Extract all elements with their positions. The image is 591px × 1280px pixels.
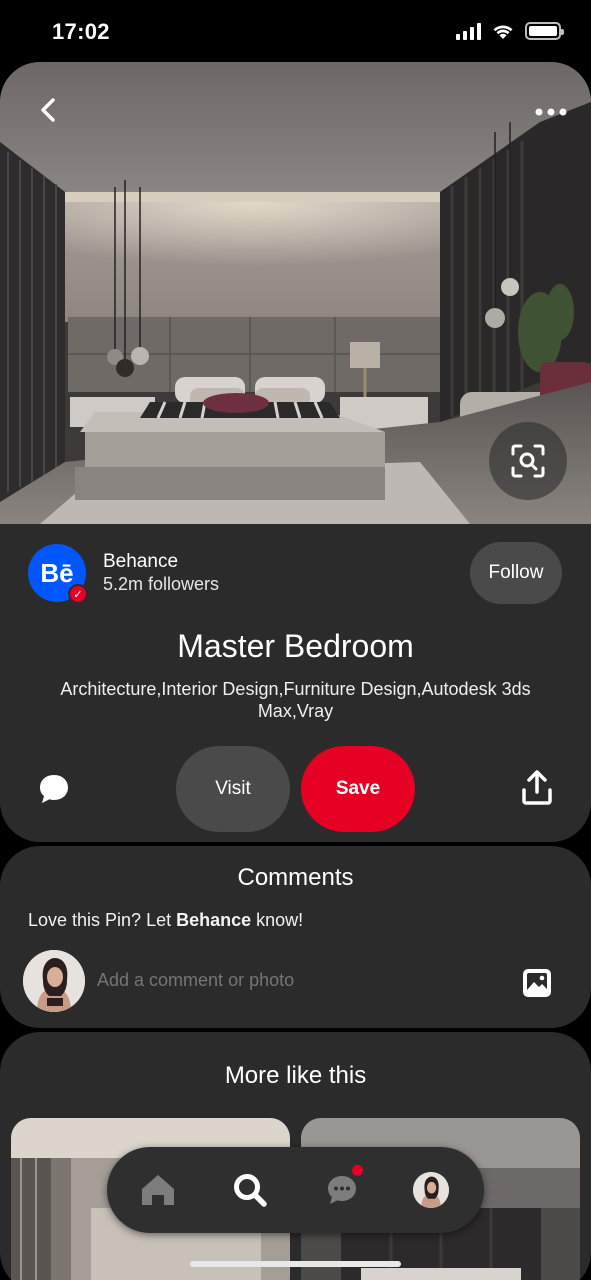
verified-badge-icon: ✓ <box>68 584 88 604</box>
status-time: 17:02 <box>52 19 110 44</box>
pin-actions: Visit Save <box>0 746 591 832</box>
comment-icon[interactable] <box>36 771 72 807</box>
profile-avatar <box>413 1172 449 1208</box>
back-button[interactable] <box>28 90 68 130</box>
more-options-button[interactable] <box>533 100 569 124</box>
nav-home[interactable] <box>139 1171 177 1209</box>
creator-name[interactable]: Behance <box>103 551 219 573</box>
visual-search-button[interactable] <box>489 422 567 500</box>
pin-description: Architecture,Interior Design,Furniture D… <box>60 679 531 721</box>
signal-icon <box>456 22 481 40</box>
messages-icon <box>328 1176 356 1204</box>
nav-messages[interactable] <box>323 1165 363 1209</box>
behance-logo-icon: Bē <box>40 557 74 588</box>
visit-button[interactable]: Visit <box>176 746 290 832</box>
comments-title: Comments <box>237 864 354 891</box>
status-icons <box>456 22 564 40</box>
nav-search[interactable] <box>231 1171 269 1209</box>
home-indicator <box>190 1261 401 1267</box>
pin-card: Bē ✓ Behance 5.2m followers Follow Maste… <box>0 62 591 842</box>
add-photo-icon[interactable] <box>522 968 552 998</box>
comments-prompt-creator: Behance <box>176 910 252 930</box>
battery-icon <box>525 22 564 40</box>
wifi-icon <box>493 25 513 39</box>
chevron-left-icon <box>41 98 55 122</box>
more-like-this-title: More like this <box>224 1062 367 1089</box>
notification-dot <box>352 1165 363 1176</box>
status-bar: 17:02 <box>0 0 591 62</box>
save-button[interactable]: Save <box>301 746 415 832</box>
creator-avatar[interactable]: Bē ✓ <box>28 544 88 604</box>
user-avatar <box>23 950 85 1012</box>
comments-section: Comments Love this Pin? Let Behance know… <box>0 846 591 1028</box>
bottom-navigation <box>107 1147 484 1233</box>
lens-icon <box>511 444 545 478</box>
share-icon[interactable] <box>520 770 554 806</box>
pin-title: Master Bedroom <box>177 628 414 664</box>
comments-prompt: Love this Pin? Let Behance know! <box>28 910 304 930</box>
comment-input[interactable] <box>97 970 477 991</box>
nav-profile[interactable] <box>413 1172 449 1208</box>
creator-followers: 5.2m followers <box>103 574 220 594</box>
search-icon <box>234 1174 267 1207</box>
follow-button[interactable]: Follow <box>470 542 562 604</box>
more-horizontal-icon <box>535 108 567 116</box>
creator-info[interactable]: Bē ✓ Behance 5.2m followers <box>28 544 220 604</box>
pin-image[interactable] <box>0 62 591 524</box>
home-icon <box>142 1175 174 1205</box>
